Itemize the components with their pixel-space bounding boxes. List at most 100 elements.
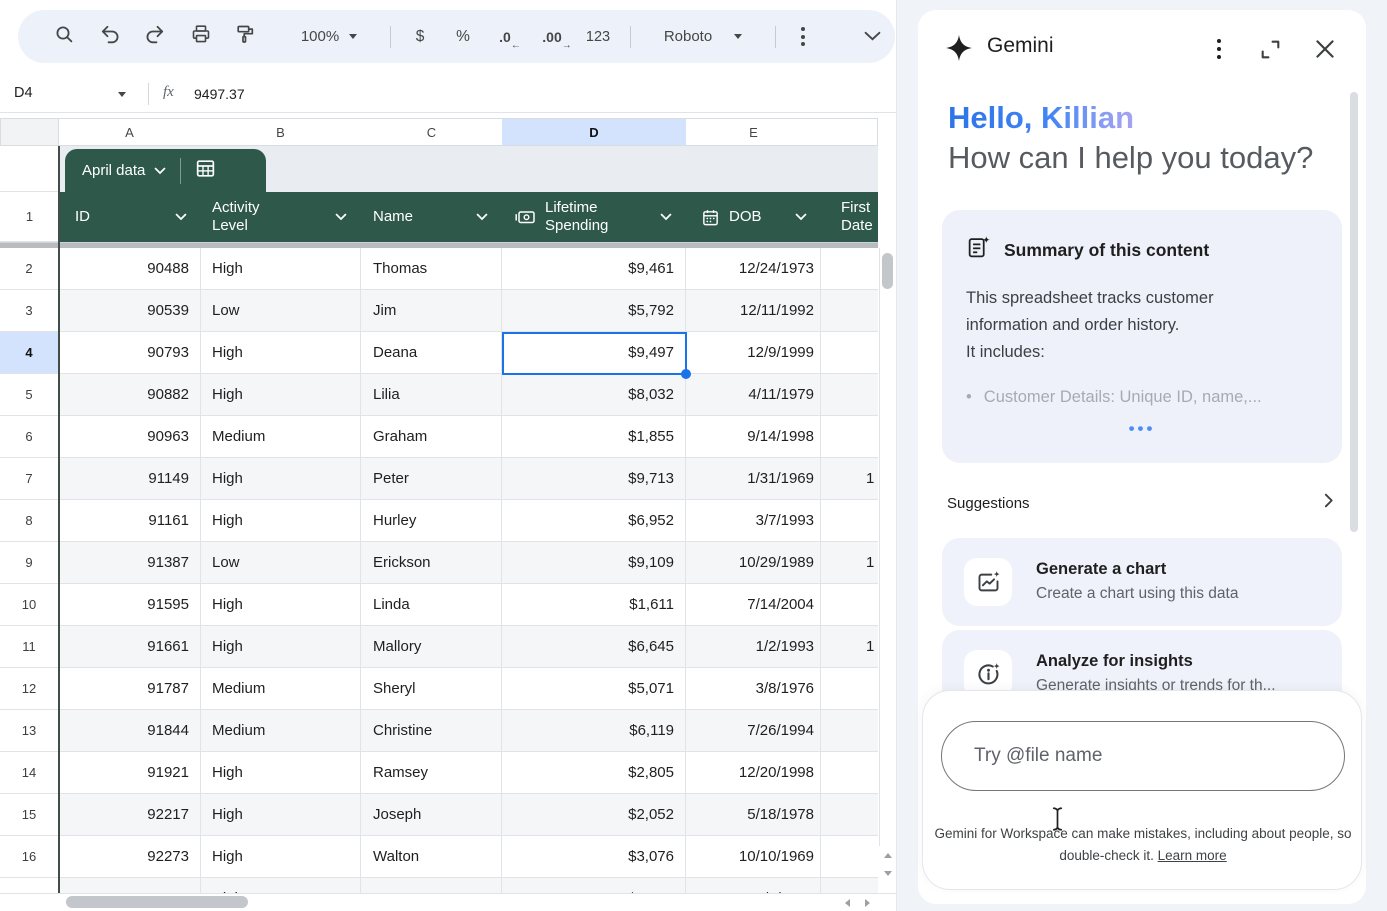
- more-formats-button[interactable]: 123: [578, 10, 618, 63]
- cell-dob[interactable]: 12/9/1999: [686, 332, 821, 373]
- cell-name[interactable]: Hurley: [361, 500, 502, 541]
- increase-decimal-button[interactable]: .00 →: [531, 10, 573, 63]
- cell-first-date[interactable]: [821, 836, 878, 877]
- cell-dob[interactable]: 12/11/1992: [686, 290, 821, 331]
- cell-dob[interactable]: 1/2/1993: [686, 626, 821, 667]
- format-percent-button[interactable]: %: [445, 10, 481, 63]
- cell-id[interactable]: 90793: [60, 332, 201, 373]
- row-number[interactable]: 4: [0, 332, 59, 374]
- cell-id[interactable]: 91661: [60, 626, 201, 667]
- row-number[interactable]: 8: [0, 500, 59, 542]
- suggestion-generate-chart[interactable]: Generate a chart Create a chart using th…: [942, 538, 1342, 626]
- scroll-up-button[interactable]: [879, 846, 896, 864]
- cell-dob[interactable]: 12/24/1973: [686, 248, 821, 289]
- cell-name[interactable]: Walton: [361, 836, 502, 877]
- name-box-chevron-icon[interactable]: [118, 92, 126, 97]
- cell-name[interactable]: Mallory: [361, 626, 502, 667]
- close-panel-icon[interactable]: [1312, 36, 1338, 67]
- cell-first-date[interactable]: [821, 584, 878, 625]
- cell-activity-level[interactable]: High: [201, 836, 361, 877]
- cell-activity-level[interactable]: High: [201, 626, 361, 667]
- row-number[interactable]: 6: [0, 416, 59, 458]
- cell-dob[interactable]: 12/20/1998: [686, 752, 821, 793]
- cell-name[interactable]: Ramsey: [361, 752, 502, 793]
- cell-activity-level[interactable]: Medium: [201, 668, 361, 709]
- panel-scrollbar-thumb[interactable]: [1350, 92, 1358, 532]
- cell-name[interactable]: Joseph: [361, 794, 502, 835]
- vertical-scrollbar[interactable]: [879, 248, 896, 846]
- vertical-scrollbar-thumb[interactable]: [882, 253, 893, 289]
- cell-first-date[interactable]: [821, 500, 878, 541]
- gemini-more-options-button[interactable]: [1207, 37, 1231, 61]
- cell-id[interactable]: 91844: [60, 710, 201, 751]
- cell-first-date[interactable]: [821, 752, 878, 793]
- cell-lifetime-spending[interactable]: $2,052: [502, 794, 686, 835]
- cell-id[interactable]: 90882: [60, 374, 201, 415]
- undo-button[interactable]: [92, 10, 128, 63]
- row-number[interactable]: 10: [0, 584, 59, 626]
- cell-name[interactable]: August: [361, 878, 502, 893]
- row-number[interactable]: 3: [0, 290, 59, 332]
- show-more-dots-button[interactable]: •••: [966, 419, 1318, 439]
- cell-id[interactable]: 91387: [60, 542, 201, 583]
- cell-lifetime-spending[interactable]: $1,855: [502, 416, 686, 457]
- cell-lifetime-spending[interactable]: $6,119: [502, 710, 686, 751]
- column-header-c[interactable]: C: [361, 118, 503, 146]
- table-name-chip[interactable]: April data: [65, 149, 266, 192]
- cell-first-date[interactable]: [821, 878, 878, 893]
- cell-lifetime-spending[interactable]: $2,851: [502, 878, 686, 893]
- scroll-down-button[interactable]: [879, 864, 896, 882]
- row-number[interactable]: 15: [0, 794, 59, 836]
- cell-first-date[interactable]: 1: [821, 626, 878, 667]
- cell-id[interactable]: 90488: [60, 248, 201, 289]
- header-cell-activity-level[interactable]: Activity Level: [201, 192, 361, 242]
- cell-first-date[interactable]: 1: [821, 458, 878, 499]
- cell-name[interactable]: Thomas: [361, 248, 502, 289]
- cell-lifetime-spending[interactable]: $5,071: [502, 668, 686, 709]
- cell-dob[interactable]: 9/14/1998: [686, 416, 821, 457]
- cell-activity-level[interactable]: Low: [201, 542, 361, 583]
- cell-id[interactable]: 92217: [60, 794, 201, 835]
- column-header-a[interactable]: A: [59, 118, 201, 146]
- prompt-input[interactable]: [941, 721, 1345, 791]
- cell-dob[interactable]: 10/10/1969: [686, 836, 821, 877]
- cell-name[interactable]: Erickson: [361, 542, 502, 583]
- name-box[interactable]: D4: [14, 85, 33, 101]
- row-number[interactable]: 16: [0, 836, 59, 878]
- column-header-f-clipped[interactable]: [821, 118, 878, 146]
- print-button[interactable]: [183, 10, 219, 63]
- cell-lifetime-spending[interactable]: $6,952: [502, 500, 686, 541]
- decrease-decimal-button[interactable]: .0 ←: [486, 10, 524, 63]
- expand-panel-icon[interactable]: [1258, 37, 1283, 67]
- select-all-corner[interactable]: [0, 118, 59, 146]
- header-cell-id[interactable]: ID: [60, 192, 201, 242]
- header-cell-dob[interactable]: DOB: [686, 192, 821, 242]
- row-number[interactable]: 17: [0, 878, 59, 893]
- cell-dob[interactable]: 5/18/1978: [686, 794, 821, 835]
- font-select[interactable]: Roboto: [644, 10, 762, 63]
- row-number[interactable]: 11: [0, 626, 59, 668]
- cell-activity-level[interactable]: High: [201, 248, 361, 289]
- cell-first-date[interactable]: [821, 668, 878, 709]
- cell-id[interactable]: 91161: [60, 500, 201, 541]
- row-number[interactable]: 9: [0, 542, 59, 584]
- cell-dob[interactable]: 7/14/2004: [686, 584, 821, 625]
- cell-dob[interactable]: 1/31/1969: [686, 458, 821, 499]
- chevron-right-icon[interactable]: [1320, 492, 1337, 514]
- collapse-toolbar-button[interactable]: [854, 10, 890, 63]
- scroll-right-button[interactable]: [858, 894, 876, 911]
- cell-dob[interactable]: 3/7/1993: [686, 500, 821, 541]
- cell-activity-level[interactable]: High: [201, 374, 361, 415]
- format-currency-button[interactable]: $: [402, 10, 438, 63]
- row-number[interactable]: 14: [0, 752, 59, 794]
- cell-dob[interactable]: 4/11/1979: [686, 374, 821, 415]
- cell-first-date[interactable]: [821, 374, 878, 415]
- cell-id[interactable]: 91787: [60, 668, 201, 709]
- cell-name[interactable]: Christine: [361, 710, 502, 751]
- cell-lifetime-spending[interactable]: $9,109: [502, 542, 686, 583]
- more-toolbar-options-button[interactable]: [788, 10, 818, 63]
- header-cell-lifetime-spending[interactable]: Lifetime Spending: [502, 192, 686, 242]
- cell-lifetime-spending[interactable]: $5,792: [502, 290, 686, 331]
- redo-button[interactable]: [137, 10, 173, 63]
- fill-handle[interactable]: [681, 369, 691, 379]
